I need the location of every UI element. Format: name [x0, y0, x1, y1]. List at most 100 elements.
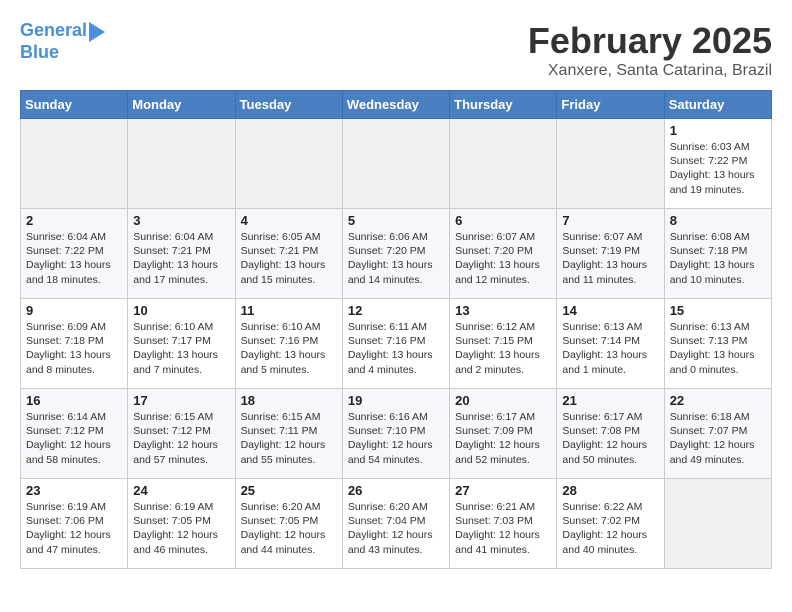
day-info: Sunrise: 6:16 AM Sunset: 7:10 PM Dayligh…	[348, 410, 444, 467]
calendar-cell	[664, 479, 771, 569]
calendar-week-3: 9 Sunrise: 6:09 AM Sunset: 7:18 PM Daylig…	[21, 299, 772, 389]
weekday-header-sunday: Sunday	[21, 91, 128, 119]
title-block: February 2025 Xanxere, Santa Catarina, B…	[528, 20, 772, 80]
day-info: Sunrise: 6:07 AM Sunset: 7:20 PM Dayligh…	[455, 230, 551, 287]
day-number: 5	[348, 213, 444, 228]
day-number: 18	[241, 393, 337, 408]
calendar-week-1: 1 Sunrise: 6:03 AM Sunset: 7:22 PM Daylig…	[21, 119, 772, 209]
weekday-header-friday: Friday	[557, 91, 664, 119]
day-info: Sunrise: 6:04 AM Sunset: 7:21 PM Dayligh…	[133, 230, 229, 287]
day-number: 28	[562, 483, 658, 498]
day-info: Sunrise: 6:13 AM Sunset: 7:14 PM Dayligh…	[562, 320, 658, 377]
day-number: 4	[241, 213, 337, 228]
day-number: 17	[133, 393, 229, 408]
day-number: 8	[670, 213, 766, 228]
calendar-cell: 25 Sunrise: 6:20 AM Sunset: 7:05 PM Dayli…	[235, 479, 342, 569]
calendar-subtitle: Xanxere, Santa Catarina, Brazil	[528, 62, 772, 80]
calendar-cell: 26Sunrise: 6:20 AM Sunset: 7:04 PM Dayli…	[342, 479, 449, 569]
day-number: 16	[26, 393, 122, 408]
calendar-cell: 11Sunrise: 6:10 AM Sunset: 7:16 PM Dayli…	[235, 299, 342, 389]
calendar-cell: 2 Sunrise: 6:04 AM Sunset: 7:22 PM Daylig…	[21, 209, 128, 299]
weekday-header-tuesday: Tuesday	[235, 91, 342, 119]
calendar-cell	[557, 119, 664, 209]
calendar-cell: 8 Sunrise: 6:08 AM Sunset: 7:18 PM Daylig…	[664, 209, 771, 299]
calendar-cell: 22Sunrise: 6:18 AM Sunset: 7:07 PM Dayli…	[664, 389, 771, 479]
calendar-cell: 17 Sunrise: 6:15 AM Sunset: 7:12 PM Dayli…	[128, 389, 235, 479]
calendar-cell: 19 Sunrise: 6:16 AM Sunset: 7:10 PM Dayli…	[342, 389, 449, 479]
calendar-cell: 28Sunrise: 6:22 AM Sunset: 7:02 PM Dayli…	[557, 479, 664, 569]
calendar-cell: 23 Sunrise: 6:19 AM Sunset: 7:06 PM Dayli…	[21, 479, 128, 569]
calendar-cell: 27Sunrise: 6:21 AM Sunset: 7:03 PM Dayli…	[450, 479, 557, 569]
calendar-cell: 21Sunrise: 6:17 AM Sunset: 7:08 PM Dayli…	[557, 389, 664, 479]
calendar-cell: 5 Sunrise: 6:06 AM Sunset: 7:20 PM Daylig…	[342, 209, 449, 299]
calendar-cell: 18 Sunrise: 6:15 AM Sunset: 7:11 PM Dayli…	[235, 389, 342, 479]
day-number: 25	[241, 483, 337, 498]
day-number: 19	[348, 393, 444, 408]
day-info: Sunrise: 6:19 AM Sunset: 7:05 PM Dayligh…	[133, 500, 229, 557]
day-info: Sunrise: 6:14 AM Sunset: 7:12 PM Dayligh…	[26, 410, 122, 467]
calendar-cell: 20 Sunrise: 6:17 AM Sunset: 7:09 PM Dayli…	[450, 389, 557, 479]
day-number: 2	[26, 213, 122, 228]
day-number: 10	[133, 303, 229, 318]
day-info: Sunrise: 6:17 AM Sunset: 7:09 PM Dayligh…	[455, 410, 551, 467]
calendar-cell: 24 Sunrise: 6:19 AM Sunset: 7:05 PM Dayli…	[128, 479, 235, 569]
calendar-week-4: 16 Sunrise: 6:14 AM Sunset: 7:12 PM Dayli…	[21, 389, 772, 479]
weekday-header-monday: Monday	[128, 91, 235, 119]
calendar-title: February 2025	[528, 20, 772, 62]
day-info: Sunrise: 6:12 AM Sunset: 7:15 PM Dayligh…	[455, 320, 551, 377]
day-info: Sunrise: 6:11 AM Sunset: 7:16 PM Dayligh…	[348, 320, 444, 377]
weekday-header-wednesday: Wednesday	[342, 91, 449, 119]
day-info: Sunrise: 6:03 AM Sunset: 7:22 PM Dayligh…	[670, 140, 766, 197]
day-info: Sunrise: 6:06 AM Sunset: 7:20 PM Dayligh…	[348, 230, 444, 287]
calendar-cell: 15 Sunrise: 6:13 AM Sunset: 7:13 PM Dayli…	[664, 299, 771, 389]
day-number: 12	[348, 303, 444, 318]
calendar-cell: 10 Sunrise: 6:10 AM Sunset: 7:17 PM Dayli…	[128, 299, 235, 389]
calendar-cell: 1 Sunrise: 6:03 AM Sunset: 7:22 PM Daylig…	[664, 119, 771, 209]
day-number: 22	[670, 393, 766, 408]
day-number: 9	[26, 303, 122, 318]
calendar-header: SundayMondayTuesdayWednesdayThursdayFrid…	[21, 91, 772, 119]
calendar-cell	[128, 119, 235, 209]
day-number: 3	[133, 213, 229, 228]
calendar-week-5: 23 Sunrise: 6:19 AM Sunset: 7:06 PM Dayli…	[21, 479, 772, 569]
day-info: Sunrise: 6:20 AM Sunset: 7:05 PM Dayligh…	[241, 500, 337, 557]
logo: General Blue	[20, 20, 105, 64]
day-info: Sunrise: 6:10 AM Sunset: 7:16 PM Dayligh…	[241, 320, 337, 377]
day-info: Sunrise: 6:04 AM Sunset: 7:22 PM Dayligh…	[26, 230, 122, 287]
calendar-cell: 9 Sunrise: 6:09 AM Sunset: 7:18 PM Daylig…	[21, 299, 128, 389]
weekday-header-saturday: Saturday	[664, 91, 771, 119]
day-number: 15	[670, 303, 766, 318]
day-info: Sunrise: 6:15 AM Sunset: 7:12 PM Dayligh…	[133, 410, 229, 467]
day-info: Sunrise: 6:05 AM Sunset: 7:21 PM Dayligh…	[241, 230, 337, 287]
calendar-cell	[235, 119, 342, 209]
day-number: 24	[133, 483, 229, 498]
day-info: Sunrise: 6:17 AM Sunset: 7:08 PM Dayligh…	[562, 410, 658, 467]
calendar-cell: 3 Sunrise: 6:04 AM Sunset: 7:21 PM Daylig…	[128, 209, 235, 299]
weekday-header-thursday: Thursday	[450, 91, 557, 119]
calendar-cell: 6 Sunrise: 6:07 AM Sunset: 7:20 PM Daylig…	[450, 209, 557, 299]
calendar-cell: 14Sunrise: 6:13 AM Sunset: 7:14 PM Dayli…	[557, 299, 664, 389]
calendar-cell: 4 Sunrise: 6:05 AM Sunset: 7:21 PM Daylig…	[235, 209, 342, 299]
calendar-table: SundayMondayTuesdayWednesdayThursdayFrid…	[20, 90, 772, 569]
weekday-row: SundayMondayTuesdayWednesdayThursdayFrid…	[21, 91, 772, 119]
day-number: 7	[562, 213, 658, 228]
day-number: 13	[455, 303, 551, 318]
day-number: 20	[455, 393, 551, 408]
day-info: Sunrise: 6:10 AM Sunset: 7:17 PM Dayligh…	[133, 320, 229, 377]
day-number: 23	[26, 483, 122, 498]
calendar-cell	[21, 119, 128, 209]
page-header: General Blue February 2025 Xanxere, Sant…	[20, 20, 772, 80]
logo-text-blue: Blue	[20, 42, 59, 64]
calendar-cell	[450, 119, 557, 209]
day-info: Sunrise: 6:09 AM Sunset: 7:18 PM Dayligh…	[26, 320, 122, 377]
day-number: 6	[455, 213, 551, 228]
calendar-cell: 16 Sunrise: 6:14 AM Sunset: 7:12 PM Dayli…	[21, 389, 128, 479]
logo-arrow-icon	[89, 22, 105, 42]
day-info: Sunrise: 6:08 AM Sunset: 7:18 PM Dayligh…	[670, 230, 766, 287]
logo-text: General	[20, 20, 87, 42]
day-info: Sunrise: 6:19 AM Sunset: 7:06 PM Dayligh…	[26, 500, 122, 557]
day-info: Sunrise: 6:13 AM Sunset: 7:13 PM Dayligh…	[670, 320, 766, 377]
calendar-cell: 12 Sunrise: 6:11 AM Sunset: 7:16 PM Dayli…	[342, 299, 449, 389]
day-info: Sunrise: 6:15 AM Sunset: 7:11 PM Dayligh…	[241, 410, 337, 467]
day-number: 1	[670, 123, 766, 138]
